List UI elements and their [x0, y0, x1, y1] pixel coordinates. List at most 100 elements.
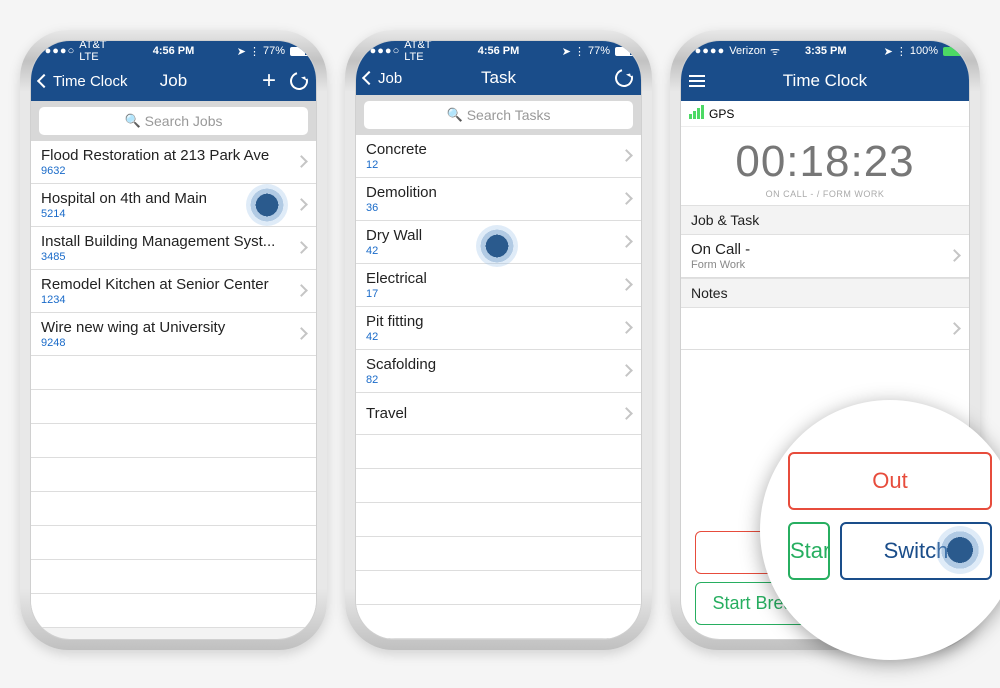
task-row[interactable]: Pit fitting 42: [356, 307, 641, 350]
empty-row: [31, 356, 316, 390]
row-content: Concrete 12: [366, 141, 616, 171]
task-count: 42: [366, 331, 616, 343]
task-list: Concrete 12 Demolition 36 Dry Wall 42: [356, 135, 641, 639]
empty-row: [31, 594, 316, 628]
jobtask-sub: Form Work: [691, 259, 944, 271]
status-bar: ●●●●○ AT&T LTE 4:56 PM ➤ ⋮ 77%: [31, 41, 316, 61]
search-icon: 🔍: [124, 113, 140, 129]
task-row[interactable]: Travel: [356, 393, 641, 435]
job-title: Hospital on 4th and Main: [41, 190, 291, 207]
chevron-right-icon: [297, 282, 306, 300]
menu-button[interactable]: [689, 75, 705, 87]
task-row[interactable]: Concrete 12: [356, 135, 641, 178]
row-content: Flood Restoration at 213 Park Ave 9632: [41, 147, 291, 177]
status-left: ●●●●○ AT&T LTE: [362, 40, 453, 63]
search-input[interactable]: 🔍 Search Jobs: [39, 107, 308, 135]
location-icon: ➤: [884, 45, 893, 58]
status-time: 3:35 PM: [780, 45, 872, 57]
task-title: Scafolding: [366, 356, 616, 373]
status-bar: ●●●●● Verizon ᯤ 3:35 PM ➤ ⋮ 100%: [681, 41, 969, 61]
job-row[interactable]: Install Building Management Syst... 3485: [31, 227, 316, 270]
battery-pct: 77%: [263, 45, 285, 57]
empty-row: [31, 492, 316, 526]
mag-start-break-button[interactable]: Star: [788, 522, 830, 580]
status-time: 4:56 PM: [128, 45, 219, 57]
job-row[interactable]: Flood Restoration at 213 Park Ave 9632: [31, 141, 316, 184]
empty-row: [31, 526, 316, 560]
empty-rows: [356, 435, 641, 639]
battery-icon: [943, 47, 963, 56]
chevron-right-icon: [950, 320, 959, 338]
back-button[interactable]: Time Clock: [39, 73, 127, 90]
chevron-right-icon: [622, 319, 631, 337]
chevron-right-icon: [622, 276, 631, 294]
bluetooth-icon: ⋮: [249, 45, 260, 58]
battery-icon: [615, 47, 635, 56]
status-right: ➤ ⋮ 100%: [872, 45, 964, 58]
job-code: 9248: [41, 337, 291, 349]
job-row[interactable]: Remodel Kitchen at Senior Center 1234: [31, 270, 316, 313]
chevron-right-icon: [297, 153, 306, 171]
job-code: 9632: [41, 165, 291, 177]
status-left: ●●●●● Verizon ᯤ: [687, 44, 780, 59]
phone-screen: ●●●●○ AT&T LTE 4:56 PM ➤ ⋮ 77% Job Task: [355, 40, 642, 640]
nav-bar: Job Task: [356, 61, 641, 95]
gps-label: GPS: [709, 107, 734, 121]
task-count: 82: [366, 374, 616, 386]
row-content: Travel: [366, 405, 616, 423]
refresh-button[interactable]: [612, 66, 637, 91]
row-content: Install Building Management Syst... 3485: [41, 233, 291, 263]
phone-task-list: ●●●●○ AT&T LTE 4:56 PM ➤ ⋮ 77% Job Task: [345, 30, 652, 650]
status-right: ➤ ⋮ 77%: [544, 45, 635, 58]
chevron-right-icon: [950, 247, 959, 265]
status-left: ●●●●○ AT&T LTE: [37, 40, 128, 63]
signal-dots-icon: ●●●●○: [362, 45, 400, 57]
signal-dots-icon: ●●●●○: [37, 45, 75, 57]
job-code: 5214: [41, 208, 291, 220]
status-right: ➤ ⋮ 77%: [219, 45, 310, 58]
row-content: Scafolding 82: [366, 356, 616, 386]
mag-clock-out-button[interactable]: Out: [788, 452, 992, 510]
notes-row[interactable]: [681, 308, 969, 350]
empty-row: [356, 469, 641, 503]
add-button[interactable]: +: [262, 69, 276, 93]
empty-row: [356, 537, 641, 571]
chevron-right-icon: [622, 190, 631, 208]
task-row[interactable]: Scafolding 82: [356, 350, 641, 393]
phone-screen: ●●●●○ AT&T LTE 4:56 PM ➤ ⋮ 77% Time Cloc…: [30, 40, 317, 640]
empty-row: [356, 435, 641, 469]
row-content: Remodel Kitchen at Senior Center 1234: [41, 276, 291, 306]
carrier-label: Verizon: [729, 45, 766, 57]
mag-switch-label: Switch: [884, 538, 949, 563]
empty-row: [31, 458, 316, 492]
back-button[interactable]: Job: [364, 70, 402, 87]
job-row[interactable]: Hospital on 4th and Main 5214: [31, 184, 316, 227]
mag-out-label: Out: [872, 468, 907, 493]
task-row[interactable]: Dry Wall 42: [356, 221, 641, 264]
mag-switch-button[interactable]: Switch: [840, 522, 992, 580]
nav-right: [615, 69, 633, 87]
row-content: Demolition 36: [366, 184, 616, 214]
empty-rows: [31, 356, 316, 628]
job-row[interactable]: Wire new wing at University 9248: [31, 313, 316, 356]
search-placeholder: Search Tasks: [467, 107, 551, 123]
phone-time-clock-wrap: ●●●●● Verizon ᯤ 3:35 PM ➤ ⋮ 100% Time Cl…: [670, 30, 980, 650]
task-title: Concrete: [366, 141, 616, 158]
chevron-right-icon: [622, 147, 631, 165]
screen: ●●●●○ AT&T LTE 4:56 PM ➤ ⋮ 77% Time Cloc…: [31, 41, 316, 639]
refresh-button[interactable]: [287, 69, 312, 94]
job-list: Flood Restoration at 213 Park Ave 9632 H…: [31, 141, 316, 628]
empty-row: [356, 605, 641, 639]
task-title: Dry Wall: [366, 227, 616, 244]
wifi-icon: ᯤ: [770, 44, 780, 59]
nav-title: Time Clock: [689, 71, 961, 91]
nav-title: Task: [364, 68, 633, 88]
job-title: Remodel Kitchen at Senior Center: [41, 276, 291, 293]
task-title: Travel: [366, 405, 616, 422]
task-row[interactable]: Electrical 17: [356, 264, 641, 307]
search-input[interactable]: 🔍 Search Tasks: [364, 101, 633, 129]
gps-row: GPS: [681, 101, 969, 127]
status-bar: ●●●●○ AT&T LTE 4:56 PM ➤ ⋮ 77%: [356, 41, 641, 61]
jobtask-row[interactable]: On Call - Form Work: [681, 235, 969, 278]
task-row[interactable]: Demolition 36: [356, 178, 641, 221]
